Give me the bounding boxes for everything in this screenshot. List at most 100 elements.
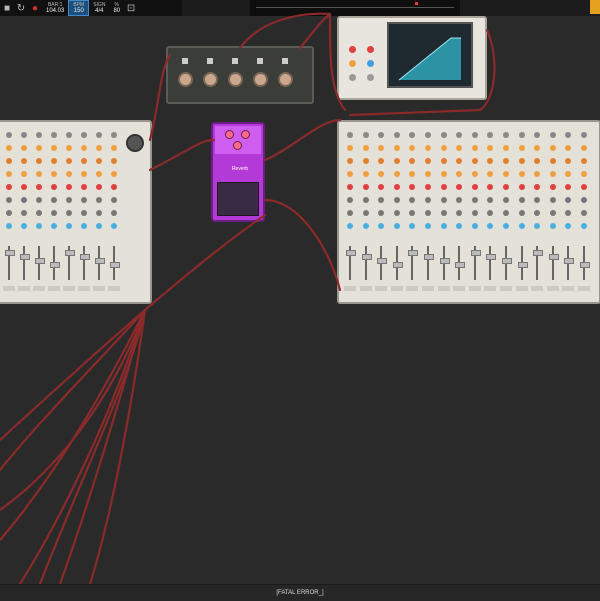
channel-knob[interactable] — [347, 184, 353, 190]
channel-knob[interactable] — [471, 197, 478, 203]
channel-knob[interactable] — [425, 158, 431, 164]
channel-knob[interactable] — [456, 158, 463, 164]
channel-knob[interactable] — [487, 145, 494, 151]
hydra-knob[interactable] — [178, 72, 193, 87]
channel-knob[interactable] — [565, 145, 572, 151]
channel-knob[interactable] — [36, 171, 42, 177]
channel-knob[interactable] — [347, 210, 353, 216]
channel-knob[interactable] — [393, 171, 400, 177]
channel-knob[interactable] — [393, 132, 400, 138]
channel-knob[interactable] — [96, 197, 102, 203]
channel-knob[interactable] — [81, 171, 87, 177]
channel-knob[interactable] — [362, 132, 369, 138]
channel-knob[interactable] — [111, 210, 117, 216]
swing-display[interactable]: % 80 — [109, 0, 124, 16]
channel-knob[interactable] — [81, 223, 87, 229]
channel-knob[interactable] — [347, 197, 353, 203]
channel-knob[interactable] — [21, 197, 27, 203]
filter-button[interactable] — [349, 46, 356, 53]
channel-knob[interactable] — [378, 158, 385, 164]
channel-fader[interactable] — [361, 254, 372, 260]
channel-knob[interactable] — [21, 210, 27, 216]
channel-knob[interactable] — [518, 132, 525, 138]
channel-knob[interactable] — [111, 158, 117, 164]
channel-knob[interactable] — [21, 184, 27, 190]
channel-knob[interactable] — [6, 171, 12, 177]
channel-knob[interactable] — [471, 223, 478, 229]
channel-fader[interactable] — [35, 258, 45, 264]
channel-knob[interactable] — [409, 132, 416, 138]
channel-knob[interactable] — [581, 171, 587, 177]
channel-knob[interactable] — [549, 223, 556, 229]
channel-knob[interactable] — [51, 132, 57, 138]
channel-knob[interactable] — [549, 184, 556, 190]
metronome-icon[interactable]: ⊡ — [124, 1, 138, 15]
channel-knob[interactable] — [581, 132, 587, 138]
signature-display[interactable]: SIGN 4/4 — [89, 0, 109, 16]
channel-knob[interactable] — [51, 145, 57, 151]
channel-fader[interactable] — [564, 258, 575, 264]
channel-knob[interactable] — [425, 171, 431, 177]
channel-knob[interactable] — [347, 223, 353, 229]
channel-fader[interactable] — [408, 250, 419, 256]
channel-knob[interactable] — [96, 171, 102, 177]
channel-knob[interactable] — [347, 171, 353, 177]
channel-knob[interactable] — [378, 132, 385, 138]
channel-knob[interactable] — [471, 158, 478, 164]
channel-knob[interactable] — [549, 171, 556, 177]
pedal-knob[interactable] — [233, 141, 242, 150]
channel-knob[interactable] — [518, 171, 525, 177]
channel-knob[interactable] — [425, 223, 431, 229]
channel-fader[interactable] — [439, 258, 450, 264]
right-mixer[interactable] — [337, 120, 600, 304]
channel-knob[interactable] — [549, 145, 556, 151]
channel-knob[interactable] — [66, 210, 72, 216]
channel-knob[interactable] — [378, 223, 385, 229]
channel-knob[interactable] — [393, 223, 400, 229]
channel-knob[interactable] — [440, 132, 447, 138]
channel-knob[interactable] — [409, 184, 416, 190]
hydra-knob[interactable] — [278, 72, 293, 87]
channel-fader[interactable] — [65, 250, 75, 256]
channel-knob[interactable] — [81, 145, 87, 151]
channel-knob[interactable] — [393, 184, 400, 190]
channel-knob[interactable] — [51, 210, 57, 216]
hydra-knob[interactable] — [228, 72, 243, 87]
channel-knob[interactable] — [487, 132, 494, 138]
channel-knob[interactable] — [549, 197, 556, 203]
channel-knob[interactable] — [36, 197, 42, 203]
channel-knob[interactable] — [81, 184, 87, 190]
channel-knob[interactable] — [471, 171, 478, 177]
channel-fader[interactable] — [80, 254, 90, 260]
hydra-switch[interactable] — [257, 58, 263, 64]
channel-fader[interactable] — [50, 262, 60, 268]
channel-knob[interactable] — [362, 197, 369, 203]
channel-fader[interactable] — [377, 258, 388, 264]
channel-knob[interactable] — [378, 145, 385, 151]
channel-knob[interactable] — [36, 158, 42, 164]
channel-knob[interactable] — [111, 184, 117, 190]
channel-knob[interactable] — [347, 145, 353, 151]
channel-knob[interactable] — [111, 145, 117, 151]
channel-knob[interactable] — [378, 210, 385, 216]
channel-knob[interactable] — [66, 132, 72, 138]
channel-knob[interactable] — [21, 171, 27, 177]
channel-fader[interactable] — [110, 262, 120, 268]
channel-knob[interactable] — [21, 158, 27, 164]
channel-fader[interactable] — [95, 258, 105, 264]
channel-knob[interactable] — [503, 171, 509, 177]
channel-knob[interactable] — [96, 210, 102, 216]
channel-knob[interactable] — [362, 145, 369, 151]
channel-knob[interactable] — [6, 223, 12, 229]
channel-knob[interactable] — [440, 210, 447, 216]
channel-knob[interactable] — [66, 145, 72, 151]
channel-knob[interactable] — [518, 210, 525, 216]
channel-knob[interactable] — [66, 158, 72, 164]
channel-knob[interactable] — [581, 145, 587, 151]
channel-knob[interactable] — [96, 145, 102, 151]
channel-knob[interactable] — [503, 223, 509, 229]
channel-knob[interactable] — [581, 223, 587, 229]
channel-knob[interactable] — [378, 184, 385, 190]
channel-knob[interactable] — [21, 132, 27, 138]
channel-knob[interactable] — [534, 223, 541, 229]
